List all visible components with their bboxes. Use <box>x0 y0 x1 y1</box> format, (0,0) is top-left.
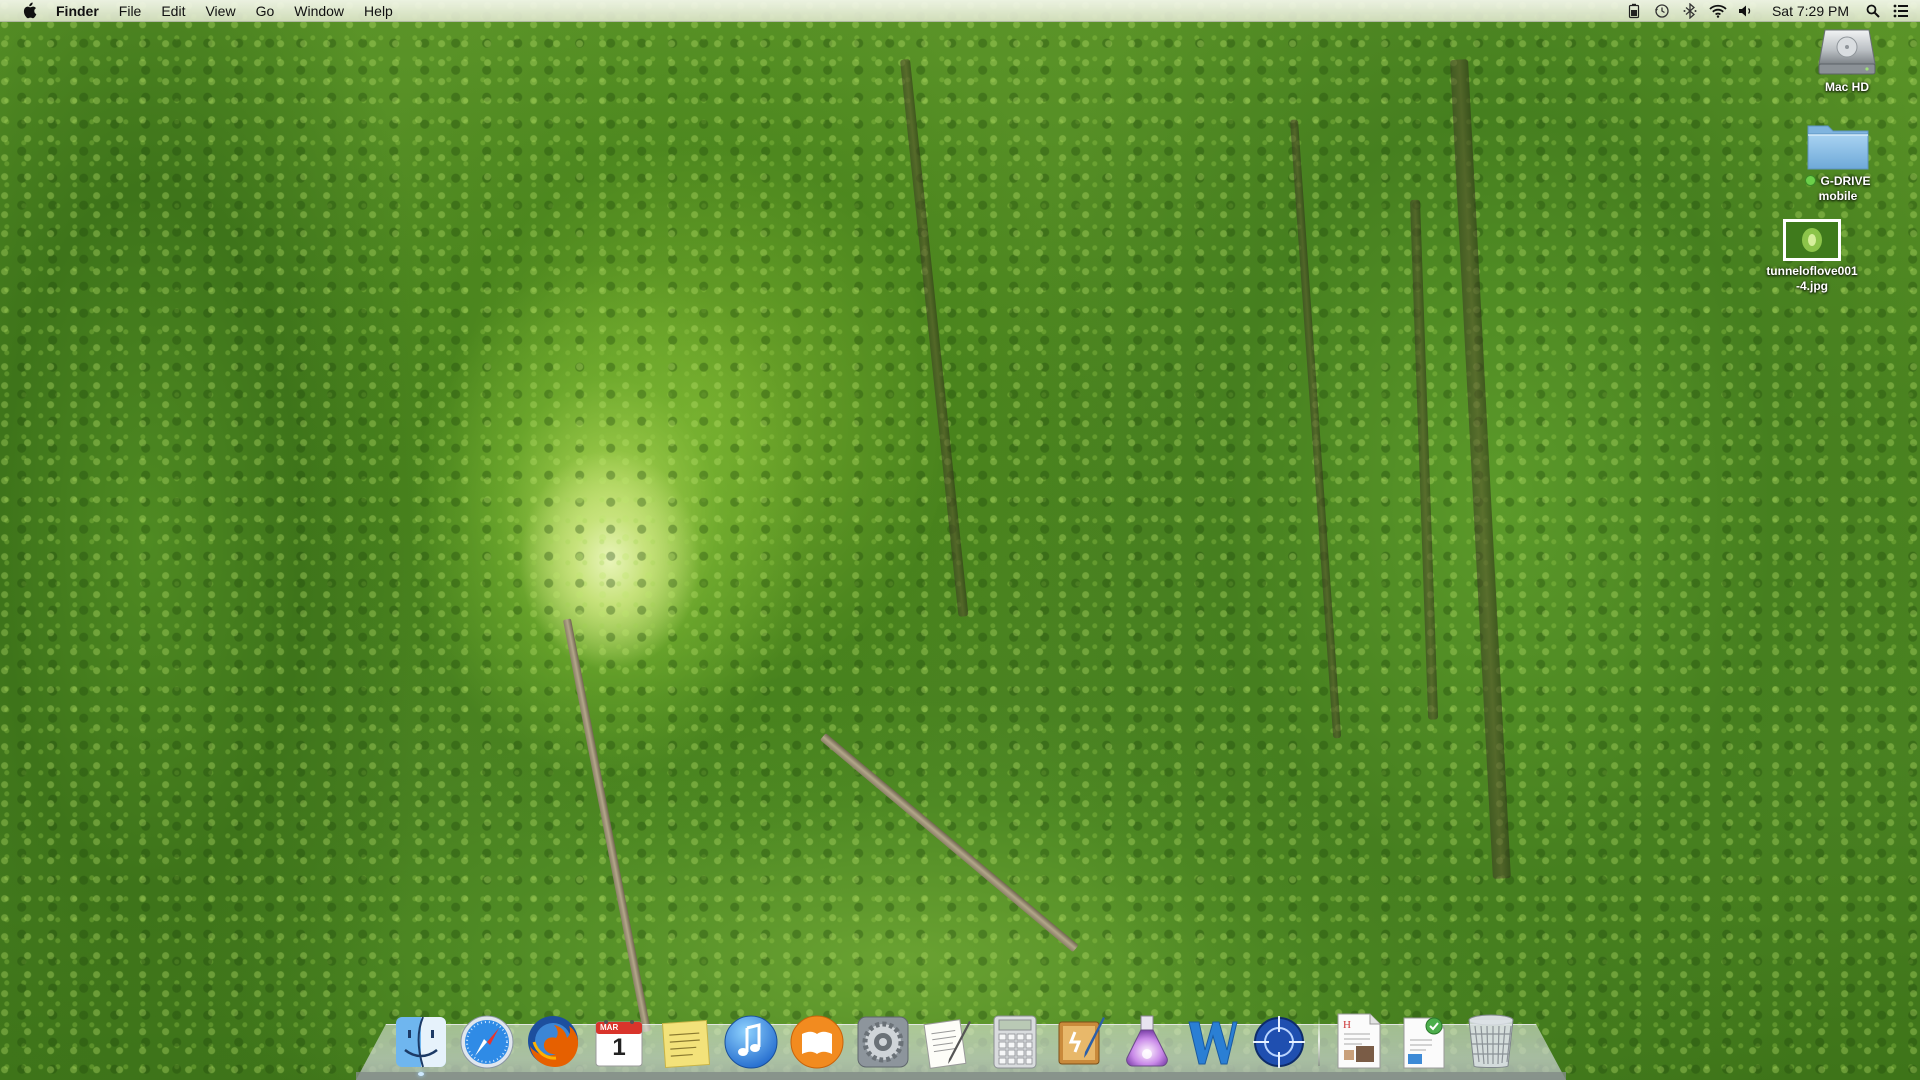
calendar-day: 1 <box>612 1034 626 1061</box>
dock-item-word[interactable] <box>1184 1008 1242 1070</box>
wallpaper-trunk <box>1450 59 1511 879</box>
green-tag-dot <box>1805 175 1817 186</box>
spotlight-search-icon[interactable] <box>1864 2 1882 20</box>
folder-icon <box>1805 120 1871 172</box>
dock-item-downloads-stack[interactable] <box>1396 1008 1454 1070</box>
status-area: Sat 7:29 PM <box>1620 0 1920 22</box>
image-file-icon <box>1782 218 1842 262</box>
dock: MAR 1 H <box>388 1000 1524 1076</box>
word-icon <box>1185 1014 1241 1070</box>
wallpaper-trunk <box>900 58 969 617</box>
dock-item-system-preferences[interactable] <box>854 1008 912 1070</box>
menu-app-finder[interactable]: Finder <box>54 0 109 22</box>
dock-item-calculator[interactable] <box>986 1008 1044 1070</box>
wallpaper-trunk <box>1290 119 1342 739</box>
desktop-icon-mac-hd[interactable]: Mac HD <box>1787 22 1907 95</box>
menu-window[interactable]: Window <box>284 0 354 22</box>
dock-item-document-stack[interactable]: H <box>1330 1008 1388 1070</box>
itunes-icon <box>723 1014 779 1070</box>
desktop[interactable]: Finder File Edit View Go Window Help Sat… <box>0 0 1920 1080</box>
calendar-month: MAR <box>600 1023 619 1032</box>
safari-icon <box>459 1014 515 1070</box>
desktop-icon-label-text: G-DRIVE mobile <box>1818 174 1871 203</box>
ibooks-icon <box>789 1014 845 1070</box>
calculator-icon <box>991 1014 1039 1070</box>
dock-item-potion[interactable] <box>1118 1008 1176 1070</box>
dock-item-finder[interactable] <box>392 1008 450 1076</box>
textedit-icon <box>921 1014 977 1070</box>
wallpaper-trunk <box>1410 199 1439 720</box>
menu-help[interactable]: Help <box>354 0 403 22</box>
wallpaper-rail-right <box>820 733 1079 953</box>
document-stack-icon: H <box>1334 1012 1384 1070</box>
dock-shelf-edge <box>356 1072 1566 1080</box>
dock-item-ibooks[interactable] <box>788 1008 846 1070</box>
menu-edit[interactable]: Edit <box>151 0 195 22</box>
apple-icon[interactable] <box>20 2 38 20</box>
downloads-stack-icon <box>1400 1012 1450 1070</box>
time-machine-icon[interactable] <box>1653 2 1671 20</box>
running-indicator <box>418 1072 424 1076</box>
dock-item-script-editor[interactable] <box>1052 1008 1110 1070</box>
crosshair-icon <box>1251 1014 1307 1070</box>
system-preferences-icon <box>855 1014 911 1070</box>
finder-icon <box>393 1014 449 1070</box>
potion-flask-icon <box>1119 1012 1175 1070</box>
dock-item-stickies[interactable] <box>656 1008 714 1070</box>
dock-separator <box>1318 1016 1320 1066</box>
menu-view[interactable]: View <box>195 0 245 22</box>
menu-bar: Finder File Edit View Go Window Help Sat… <box>0 0 1920 22</box>
menu-go[interactable]: Go <box>246 0 285 22</box>
script-editor-icon <box>1053 1014 1109 1070</box>
dock-item-itunes[interactable] <box>722 1008 780 1070</box>
firefox-icon <box>524 1012 582 1070</box>
dock-item-textedit[interactable] <box>920 1008 978 1070</box>
notification-center-icon[interactable] <box>1892 2 1910 20</box>
dock-item-safari[interactable] <box>458 1008 516 1070</box>
desktop-icon-label: Mac HD <box>1824 80 1869 94</box>
stickies-icon <box>658 1016 712 1070</box>
wallpaper-rail-left <box>563 618 651 1033</box>
hard-drive-icon <box>1817 22 1877 78</box>
trash-icon <box>1465 1012 1517 1070</box>
bluetooth-icon[interactable] <box>1681 2 1699 20</box>
dock-item-crosshair[interactable] <box>1250 1008 1308 1070</box>
dock-item-trash[interactable] <box>1462 1008 1520 1070</box>
desktop-icon-g-drive-mobile[interactable]: G-DRIVE mobile <box>1778 120 1898 204</box>
wifi-icon[interactable] <box>1709 2 1727 20</box>
menu-clock[interactable]: Sat 7:29 PM <box>1772 3 1849 19</box>
desktop-icon-label: G-DRIVE mobile <box>1805 174 1871 204</box>
calendar-icon: MAR 1 <box>592 1016 646 1070</box>
menu-file[interactable]: File <box>109 0 152 22</box>
volume-icon[interactable] <box>1737 2 1755 20</box>
battery-icon[interactable] <box>1625 2 1643 20</box>
dock-item-firefox[interactable] <box>524 1008 582 1070</box>
desktop-icon-tunneloflove-jpg[interactable]: tunneloflove001 -4.jpg <box>1752 218 1872 294</box>
svg-text:H: H <box>1343 1019 1351 1031</box>
dock-item-calendar[interactable]: MAR 1 <box>590 1008 648 1070</box>
desktop-icon-label: tunneloflove001 -4.jpg <box>1766 264 1858 293</box>
